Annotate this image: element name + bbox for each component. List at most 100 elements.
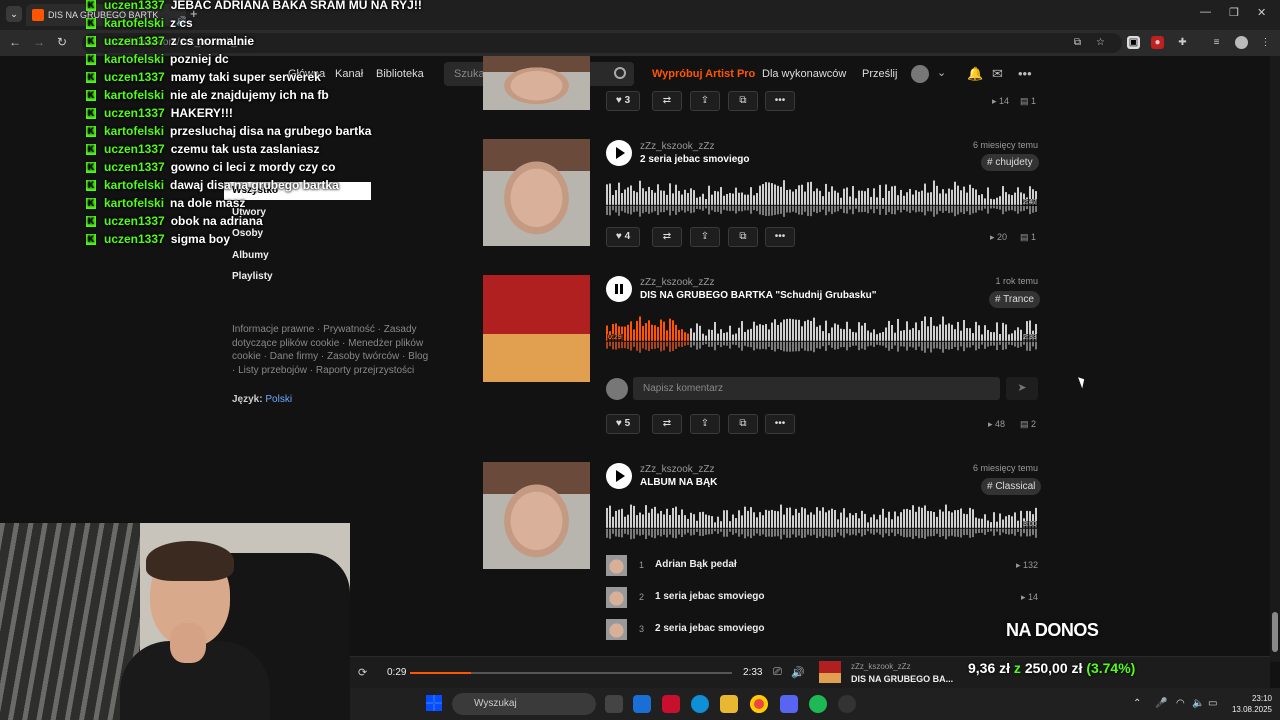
extension-icon[interactable]: ▣ [1127, 36, 1140, 49]
comment-input[interactable]: Napisz komentarz [633, 377, 1000, 400]
install-app-icon[interactable]: ⧉ [1071, 36, 1084, 49]
for-artists-link[interactable]: Dla wykonawców [762, 68, 846, 80]
album-track-title[interactable]: 1 seria jebac smoviego [655, 591, 765, 602]
track-title[interactable]: DIS NA GRUBEGO BARTKA "Schudnij Grubasku… [640, 290, 877, 301]
album-artist[interactable]: zZz_kszook_zZz [640, 464, 714, 475]
page-scrollbar[interactable] [1270, 56, 1280, 662]
album-artwork[interactable] [483, 462, 590, 569]
obs-app-icon[interactable] [838, 695, 856, 713]
more-button[interactable]: ••• [765, 91, 795, 111]
repeat-icon[interactable]: ⟳ [358, 666, 367, 679]
edge-browser-icon[interactable] [691, 695, 709, 713]
track-artist[interactable]: zZz_kszook_zZz [640, 141, 714, 152]
album-track-row[interactable]: 3 2 seria jebac smoviego [606, 619, 1038, 641]
scrollbar-thumb[interactable] [1272, 612, 1278, 652]
maximize-icon[interactable]: ❐ [1229, 6, 1239, 19]
browser-menu-icon[interactable]: ⋮ [1259, 36, 1272, 49]
repost-button[interactable]: ⇄ [652, 414, 682, 434]
taskbar-search[interactable]: Wyszukaj [452, 693, 596, 715]
waveform-reflection [834, 341, 836, 350]
taskbar-clock[interactable]: 23:10 13.08.2025 [1226, 693, 1272, 715]
chevron-down-icon[interactable]: ⌄ [937, 66, 946, 79]
track-tag[interactable]: # chujdety [981, 154, 1039, 171]
track-artwork[interactable] [483, 56, 590, 110]
start-menu-icon[interactable] [426, 695, 442, 711]
like-button[interactable]: ♥ 5 [606, 414, 640, 434]
notifications-bell-icon[interactable]: 🔔 [967, 66, 983, 82]
play-button[interactable] [606, 463, 632, 489]
discord-app-icon[interactable] [780, 695, 798, 713]
more-menu-icon[interactable]: ••• [1018, 66, 1032, 81]
send-comment-icon[interactable]: ➤ [1006, 377, 1038, 400]
share-button[interactable]: ⇪ [690, 91, 720, 111]
messages-mail-icon[interactable]: ✉ [992, 66, 1003, 82]
extension-red-icon[interactable]: ● [1151, 36, 1164, 49]
bookmark-star-icon[interactable]: ☆ [1094, 36, 1107, 49]
tray-chevron-icon[interactable]: ⌃ [1133, 698, 1141, 709]
tab-search-icon[interactable]: ⌄ [6, 6, 22, 22]
extensions-puzzle-icon[interactable]: ✚ [1176, 36, 1189, 49]
wifi-icon[interactable]: ◠ [1176, 698, 1185, 709]
spotify-app-icon[interactable] [809, 695, 827, 713]
track-tag[interactable]: # Trance [989, 291, 1040, 308]
pause-button[interactable] [606, 276, 632, 302]
copy-link-button[interactable]: ⧉ [728, 91, 758, 111]
share-button[interactable]: ⇪ [690, 414, 720, 434]
user-avatar[interactable] [911, 65, 929, 83]
track-artwork[interactable] [483, 275, 590, 382]
share-button[interactable]: ⇪ [690, 227, 720, 247]
play-button[interactable] [606, 140, 632, 166]
album-track-row[interactable]: 1 Adrian Bąk pedał ▸ 132 [606, 555, 1038, 577]
album-track-title[interactable]: Adrian Bąk pedał [655, 559, 737, 570]
waveform[interactable] [606, 180, 1038, 220]
track-artwork[interactable] [483, 139, 590, 246]
album-title[interactable]: ALBUM NA BĄK [640, 477, 717, 488]
album-track-row[interactable]: 2 1 seria jebac smoviego ▸ 14 [606, 587, 1038, 609]
track-title[interactable]: 2 seria jebac smoviego [640, 154, 750, 165]
task-view-icon[interactable] [605, 695, 623, 713]
battery-icon[interactable]: ▭ [1208, 698, 1217, 709]
album-track-title[interactable]: 2 seria jebac smoviego [655, 623, 765, 634]
microphone-icon[interactable]: 🎤 [1155, 698, 1167, 709]
more-button[interactable]: ••• [765, 414, 795, 434]
file-explorer-icon[interactable] [720, 695, 738, 713]
cast-icon[interactable]: ⎚ [773, 666, 782, 679]
album-tag[interactable]: # Classical [981, 478, 1042, 495]
copy-link-button[interactable]: ⧉ [728, 414, 758, 434]
filter-playlists[interactable]: Playlisty [232, 271, 273, 282]
upload-link[interactable]: Prześlij [862, 68, 897, 80]
like-button[interactable]: ♥ 3 [606, 91, 640, 111]
player-progress[interactable] [410, 672, 732, 674]
language-value[interactable]: Polski [265, 394, 292, 405]
search-icon[interactable] [614, 67, 626, 79]
profile-avatar-icon[interactable] [1235, 36, 1248, 49]
waveform[interactable] [606, 316, 1038, 356]
nav-library[interactable]: Biblioteka [376, 68, 424, 80]
forward-icon[interactable]: → [33, 35, 45, 49]
chrome-browser-icon[interactable] [750, 695, 768, 713]
track-artist[interactable]: zZz_kszook_zZz [640, 277, 714, 288]
speaker-icon[interactable]: 🔈 [1192, 698, 1204, 709]
player-artist[interactable]: zZz_kszook_zZz [851, 662, 911, 671]
copy-link-button[interactable]: ⧉ [728, 227, 758, 247]
more-button[interactable]: ••• [765, 227, 795, 247]
footer-links[interactable]: Informacje prawne · Prywatność · Zasady … [232, 323, 432, 377]
reload-icon[interactable]: ↻ [57, 35, 67, 49]
player-artwork[interactable] [819, 661, 841, 683]
repost-button[interactable]: ⇄ [652, 91, 682, 111]
minimize-icon[interactable]: — [1200, 6, 1211, 18]
volume-icon[interactable]: 🔊 [791, 666, 805, 679]
calendar-app-icon[interactable] [662, 695, 680, 713]
filter-albums[interactable]: Albumy [232, 250, 269, 261]
waveform[interactable] [606, 503, 1038, 543]
media-control-icon[interactable]: ≡ [1210, 36, 1223, 49]
mail-app-icon[interactable] [633, 695, 651, 713]
nav-feed[interactable]: Kanał [335, 68, 363, 80]
back-icon[interactable]: ← [9, 35, 21, 49]
artist-pro-link[interactable]: Wypróbuj Artist Pro [652, 68, 755, 80]
language-selector[interactable]: Język: Polski [232, 394, 292, 405]
player-title[interactable]: DIS NA GRUBEGO BA... [851, 674, 953, 684]
like-button[interactable]: ♥ 4 [606, 227, 640, 247]
close-window-icon[interactable]: ✕ [1257, 6, 1266, 19]
repost-button[interactable]: ⇄ [652, 227, 682, 247]
